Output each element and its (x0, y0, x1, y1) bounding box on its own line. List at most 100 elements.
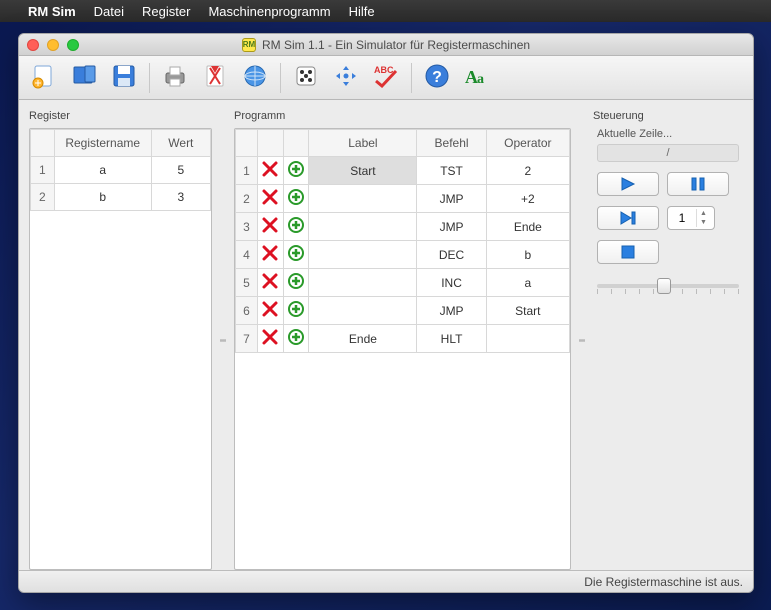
add-row-button[interactable] (283, 269, 309, 297)
speed-slider[interactable] (597, 274, 739, 298)
app-icon: RM (242, 38, 256, 52)
pause-button[interactable] (667, 172, 729, 196)
program-label-cell[interactable] (309, 297, 417, 325)
font-button[interactable]: Aa (458, 61, 496, 95)
slider-thumb[interactable] (657, 278, 671, 294)
add-row-button[interactable] (283, 325, 309, 353)
program-row[interactable]: 1StartTST2 (236, 157, 570, 185)
program-row[interactable]: 7EndeHLT (236, 325, 570, 353)
program-col-operator: Operator (486, 130, 569, 157)
program-row-index: 3 (236, 213, 258, 241)
zoom-icon[interactable] (67, 39, 79, 51)
svg-text:?: ? (432, 69, 442, 86)
program-label-cell[interactable] (309, 269, 417, 297)
program-befehl-cell[interactable]: JMP (417, 185, 486, 213)
menu-register[interactable]: Register (142, 4, 190, 19)
program-label-cell[interactable] (309, 241, 417, 269)
stop-button[interactable] (597, 240, 659, 264)
program-operator-cell[interactable]: Ende (486, 213, 569, 241)
register-name-cell[interactable]: a (54, 157, 151, 184)
program-row-index: 5 (236, 269, 258, 297)
register-value-cell[interactable]: 5 (151, 157, 210, 184)
program-row[interactable]: 5 INCa (236, 269, 570, 297)
close-icon[interactable] (27, 39, 39, 51)
program-operator-cell[interactable]: b (486, 241, 569, 269)
register-row[interactable]: 2b3 (31, 184, 211, 211)
spinner-down-icon[interactable]: ▼ (697, 218, 710, 227)
delete-row-button[interactable] (257, 297, 283, 325)
program-row[interactable]: 3 JMPEnde (236, 213, 570, 241)
font-icon: Aa (463, 63, 491, 92)
register-row[interactable]: 1a5 (31, 157, 211, 184)
delete-icon (261, 279, 279, 293)
dice-button[interactable] (287, 61, 325, 95)
menu-maschinenprogramm[interactable]: Maschinenprogramm (208, 4, 330, 19)
program-operator-cell[interactable]: Start (486, 297, 569, 325)
program-label-cell[interactable] (309, 185, 417, 213)
program-row[interactable]: 6JMPStart (236, 297, 570, 325)
delete-row-button[interactable] (257, 325, 283, 353)
help-button[interactable]: ? (418, 61, 456, 95)
program-operator-cell[interactable]: a (486, 269, 569, 297)
minimize-icon[interactable] (47, 39, 59, 51)
program-befehl-cell[interactable]: INC (417, 269, 486, 297)
play-button[interactable] (597, 172, 659, 196)
check-abc-button[interactable]: ABC (367, 61, 405, 95)
program-label-cell[interactable] (309, 213, 417, 241)
delete-icon (261, 307, 279, 321)
program-operator-cell[interactable]: +2 (486, 185, 569, 213)
delete-row-button[interactable] (257, 185, 283, 213)
program-row[interactable]: 2JMP+2 (236, 185, 570, 213)
program-row-index: 4 (236, 241, 258, 269)
program-operator-cell[interactable] (486, 325, 569, 353)
svg-text:a: a (477, 72, 484, 87)
add-row-button[interactable] (283, 157, 309, 185)
program-col-label: Label (309, 130, 417, 157)
add-icon (287, 279, 305, 293)
menu-hilfe[interactable]: Hilfe (349, 4, 375, 19)
program-row[interactable]: 4 DECb (236, 241, 570, 269)
save-button[interactable] (105, 61, 143, 95)
program-label-cell[interactable]: Start (309, 157, 417, 185)
open-button[interactable] (65, 61, 103, 95)
arrows-button[interactable] (327, 61, 365, 95)
app-menu[interactable]: RM Sim (28, 4, 76, 19)
pdf-button[interactable] (196, 61, 234, 95)
program-befehl-cell[interactable]: DEC (417, 241, 486, 269)
web-button[interactable] (236, 61, 274, 95)
program-col-delete (257, 130, 283, 157)
program-col-index (236, 130, 258, 157)
new-button[interactable] (25, 61, 63, 95)
delete-row-button[interactable] (257, 269, 283, 297)
register-value-cell[interactable]: 3 (151, 184, 210, 211)
delete-row-button[interactable] (257, 241, 283, 269)
menu-datei[interactable]: Datei (94, 4, 124, 19)
spinner-up-icon[interactable]: ▲ (697, 209, 710, 218)
delete-row-button[interactable] (257, 213, 283, 241)
toolbar: ABC? Aa (19, 56, 753, 100)
program-operator-cell[interactable]: 2 (486, 157, 569, 185)
add-row-button[interactable] (283, 185, 309, 213)
splitter-right[interactable] (579, 110, 585, 570)
program-befehl-cell[interactable]: TST (417, 157, 486, 185)
add-row-button[interactable] (283, 297, 309, 325)
new-icon (31, 63, 57, 92)
register-name-cell[interactable]: b (54, 184, 151, 211)
step-count-input[interactable] (668, 211, 696, 225)
add-row-button[interactable] (283, 241, 309, 269)
register-panel-title: Register (29, 110, 212, 122)
program-befehl-cell[interactable]: JMP (417, 297, 486, 325)
program-befehl-cell[interactable]: HLT (417, 325, 486, 353)
program-befehl-cell[interactable]: JMP (417, 213, 486, 241)
step-count-spinner[interactable]: ▲ ▼ (667, 206, 715, 230)
print-button[interactable] (156, 61, 194, 95)
delete-icon (261, 195, 279, 209)
add-row-button[interactable] (283, 213, 309, 241)
program-col-add (283, 130, 309, 157)
splitter-left[interactable] (220, 110, 226, 570)
program-label-cell[interactable]: Ende (309, 325, 417, 353)
stop-icon (621, 245, 635, 259)
delete-icon (261, 223, 279, 237)
delete-row-button[interactable] (257, 157, 283, 185)
step-button[interactable] (597, 206, 659, 230)
